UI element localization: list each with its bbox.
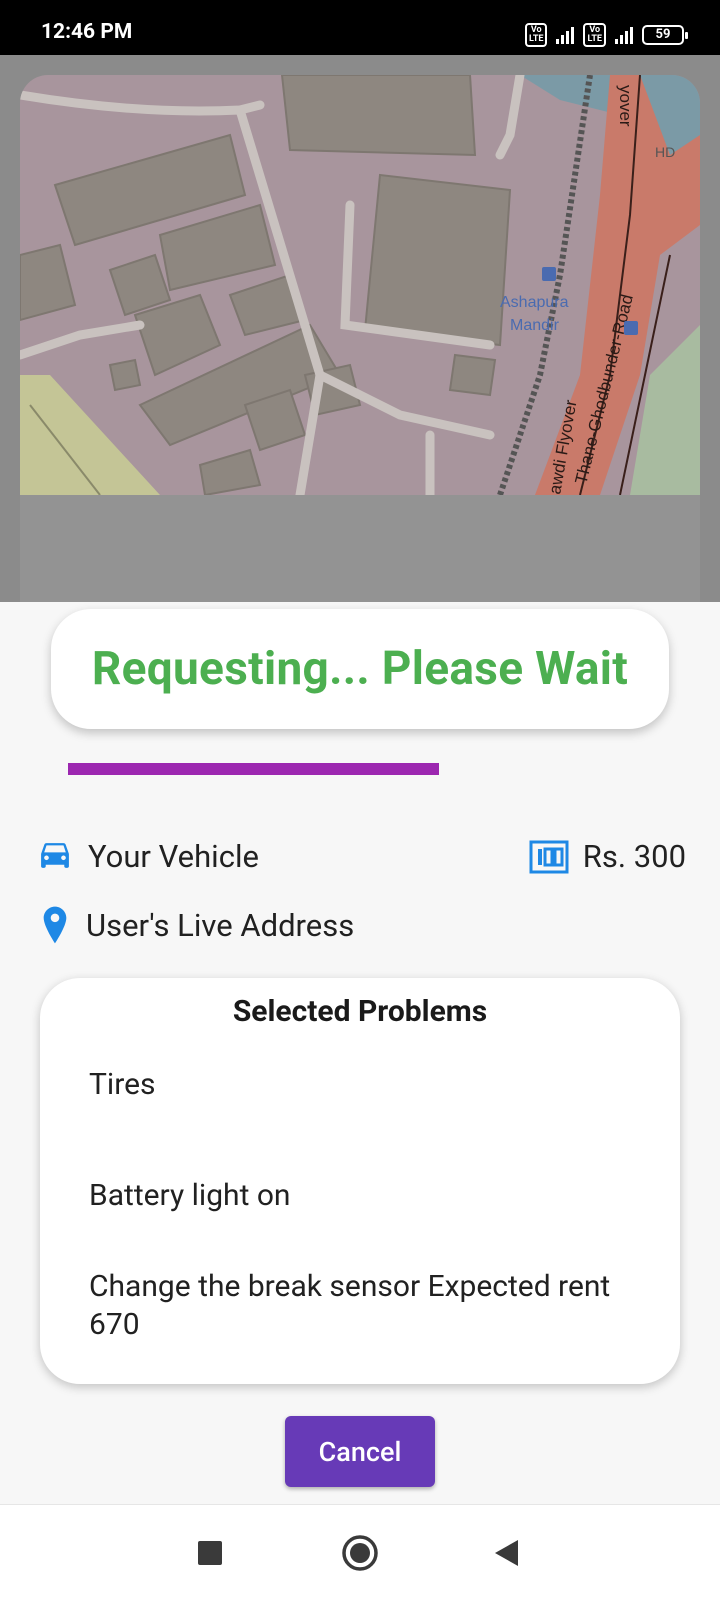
map-tiles: Ashapura Mandir Thane-Ghodbunder-Road aw… bbox=[20, 75, 700, 495]
request-status-text: Requesting... Please Wait bbox=[91, 642, 629, 696]
status-time: 12:46 PM bbox=[41, 20, 133, 44]
request-status-card: Requesting... Please Wait bbox=[51, 609, 669, 729]
recents-square-icon bbox=[198, 1541, 222, 1565]
car-icon bbox=[36, 840, 74, 874]
price-label: Rs. 300 bbox=[582, 838, 686, 875]
system-nav-bar bbox=[0, 1504, 720, 1600]
request-progress-fill bbox=[68, 763, 440, 775]
bus-stop-icon-2 bbox=[624, 321, 638, 335]
battery-icon: 59 bbox=[642, 25, 688, 45]
cancel-button[interactable]: Cancel bbox=[285, 1416, 435, 1487]
map-label-mandir: Mandir bbox=[510, 317, 560, 334]
signal-icon-2 bbox=[615, 26, 633, 44]
status-icons: Vo LTE Vo LTE 59 bbox=[524, 23, 688, 47]
request-progress-bar bbox=[68, 763, 648, 775]
vehicle-label: Your Vehicle bbox=[88, 838, 259, 875]
map-label-ashapura: Ashapura bbox=[500, 294, 569, 311]
counter-icon bbox=[529, 840, 569, 874]
volte-icon: Vo LTE bbox=[524, 23, 548, 47]
signal-icon bbox=[556, 26, 575, 44]
recents-button[interactable] bbox=[162, 1505, 258, 1600]
bus-stop-icon bbox=[542, 267, 556, 281]
home-button[interactable] bbox=[312, 1505, 408, 1600]
volte-icon-2: Vo LTE bbox=[583, 23, 606, 47]
map-label-hd: HD bbox=[655, 144, 675, 160]
selected-problems-card: Selected Problems Tires Battery light on… bbox=[40, 978, 680, 1384]
problem-item: Battery light on bbox=[89, 1178, 291, 1213]
back-triangle-icon bbox=[495, 1540, 518, 1566]
location-pin-icon bbox=[38, 905, 72, 945]
price-row: Rs. 300 bbox=[529, 838, 686, 875]
problem-item: Change the break sensor Expected rent 67… bbox=[89, 1269, 611, 1342]
map-view[interactable]: Ashapura Mandir Thane-Ghodbunder-Road aw… bbox=[20, 75, 700, 495]
back-button[interactable] bbox=[458, 1505, 554, 1600]
problem-item: Tires bbox=[89, 1067, 156, 1102]
problems-title: Selected Problems bbox=[232, 994, 488, 1029]
map-label-yover: yover bbox=[616, 85, 635, 127]
status-bar: 12:46 PM Vo LTE Vo LTE 59 bbox=[0, 0, 720, 55]
address-row: User's Live Address bbox=[38, 905, 354, 945]
address-label: User's Live Address bbox=[86, 906, 355, 944]
home-circle-icon bbox=[342, 1535, 378, 1571]
vehicle-row: Your Vehicle bbox=[36, 838, 259, 875]
map-lower-area bbox=[20, 495, 700, 602]
